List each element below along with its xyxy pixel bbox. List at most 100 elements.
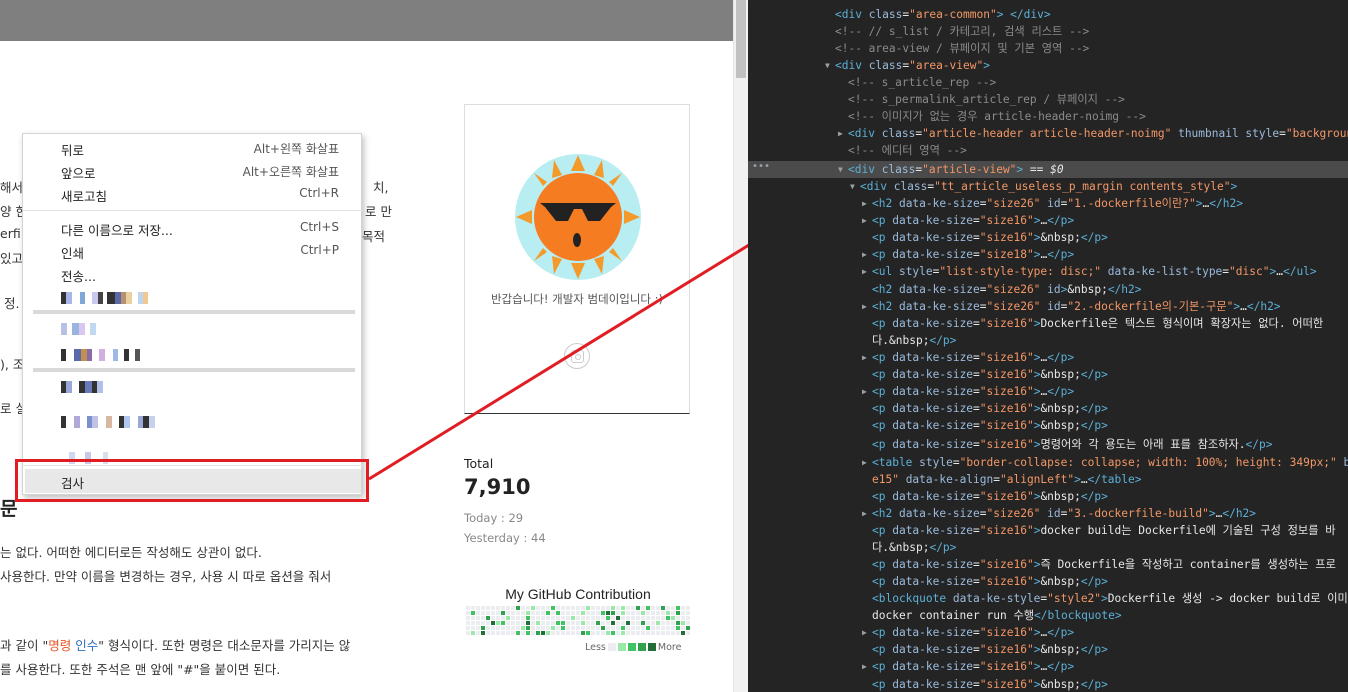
menu-item-send[interactable]: 전송... [23, 263, 363, 286]
dom-node-line[interactable]: ▶ <ul style="list-style-type: disc;" data… [748, 263, 1348, 280]
dom-node-line[interactable]: <p data-ke-size="size16">&nbsp;</p> [748, 488, 1348, 505]
dom-node-line[interactable]: e15" data-ke-align="alignLeft">…</table> [748, 471, 1348, 488]
selected-dom-node[interactable]: ▼ <div class="article-view"> == $0 [748, 161, 1348, 178]
dom-node-line[interactable]: <h2 data-ke-size="size26" id>&nbsp;</h2> [748, 281, 1348, 298]
contribution-cell [586, 611, 590, 615]
dom-node-line[interactable]: <!-- // s_list / 카테고리, 검색 리스트 --> [748, 23, 1348, 40]
dom-node-code: 다.&nbsp;</p> [872, 332, 956, 349]
dom-node-line[interactable]: <p data-ke-size="size16">&nbsp;</p> [748, 417, 1348, 434]
menu-item-reload[interactable]: 새로고침 Ctrl+R [23, 183, 363, 206]
dom-node-line[interactable]: <p data-ke-size="size16">&nbsp;</p> [748, 366, 1348, 383]
contribution-cell [561, 606, 565, 610]
instagram-icon[interactable] [564, 343, 590, 369]
dom-node-line[interactable]: ▶ <table style="border-collapse: collapse… [748, 454, 1348, 471]
dom-node-line[interactable]: <p data-ke-size="size16">docker build는 D… [748, 522, 1348, 539]
code-token: &nbsp; [1040, 402, 1081, 415]
dom-node-line[interactable]: <p data-ke-size="size16">&nbsp;</p> [748, 573, 1348, 590]
menu-item-extension-blurred[interactable] [61, 381, 103, 393]
contribution-cell [651, 611, 655, 615]
expand-down-icon[interactable]: ▼ [850, 178, 855, 195]
contribution-cell [611, 631, 615, 635]
dom-node-line[interactable]: ▼ <div class="tt_article_useless_p_margin… [748, 178, 1348, 195]
expand-right-icon[interactable]: ▶ [862, 383, 867, 400]
code-token: <p [872, 524, 893, 537]
expand-right-icon[interactable]: ▶ [862, 246, 867, 263]
contribution-cell [671, 616, 675, 620]
dom-node-line[interactable]: ▶ <p data-ke-size="size16">…</p> [748, 624, 1348, 641]
body-line-comment: 를 사용한다. 또한 주석은 맨 앞에 "#"을 붙이면 된다. [0, 662, 281, 677]
menu-item-print[interactable]: 인쇄 Ctrl+P [23, 240, 363, 263]
dom-node-line[interactable]: ▶ <p data-ke-size="size16">…</p> [748, 349, 1348, 366]
dom-node-line[interactable]: <p data-ke-size="size16">&nbsp;</p> [748, 676, 1348, 692]
expand-right-icon[interactable]: ▶ [862, 298, 867, 315]
contribution-cell [686, 616, 690, 620]
dom-node-code: <!-- // s_list / 카테고리, 검색 리스트 --> [835, 23, 1089, 40]
expand-right-icon[interactable]: ▶ [862, 195, 867, 212]
dom-node-line[interactable]: 다.&nbsp;</p> [748, 332, 1348, 349]
scrollbar-thumb[interactable] [736, 0, 746, 78]
dom-node-line[interactable]: <!-- area-view / 뷰페이지 및 기본 영역 --> [748, 40, 1348, 57]
contribution-cell [551, 611, 555, 615]
dom-node-line[interactable]: <!-- s_article_rep --> [748, 74, 1348, 91]
dom-node-line[interactable]: <p data-ke-size="size16">&nbsp;</p> [748, 229, 1348, 246]
expand-down-icon[interactable]: ▼ [838, 161, 843, 178]
dom-node-line[interactable]: ▶ <h2 data-ke-size="size26" id="1.-docker… [748, 195, 1348, 212]
contribution-cell [506, 621, 510, 625]
contribution-cell [496, 631, 500, 635]
dom-node-line[interactable]: ▶ <h2 data-ke-size="size26" id="2.-docker… [748, 298, 1348, 315]
dom-node-line[interactable]: ▶ <p data-ke-size="size16">…</p> [748, 658, 1348, 675]
github-legend: Less More [585, 640, 681, 654]
contribution-cell [651, 616, 655, 620]
dom-node-line[interactable]: <p data-ke-size="size16">즉 Dockerfile을 작… [748, 556, 1348, 573]
dom-node-line[interactable]: docker container run 수행</blockquote> [748, 607, 1348, 624]
menu-item-save-as[interactable]: 다른 이름으로 저장... Ctrl+S [23, 217, 363, 240]
dom-node-line[interactable]: ▶ <h2 data-ke-size="size26" id="3.-docker… [748, 505, 1348, 522]
menu-item-extension-blurred[interactable] [61, 292, 148, 304]
expand-right-icon[interactable]: ▶ [862, 658, 867, 675]
contribution-cell [541, 631, 545, 635]
code-token: "size18" [979, 248, 1034, 261]
dom-node-line[interactable]: <p data-ke-size="size16">명령어와 각 용도는 아래 표… [748, 436, 1348, 453]
expand-right-icon[interactable]: ▶ [862, 263, 867, 280]
dom-node-line[interactable]: <p data-ke-size="size16">Dockerfile은 텍스트… [748, 315, 1348, 332]
dom-node-line[interactable]: 다.&nbsp;</p> [748, 539, 1348, 556]
dom-node-line[interactable]: ▶ <div class = "article-header article-head… [748, 125, 1348, 142]
menu-item-extension-blurred[interactable] [61, 323, 96, 335]
contribution-cell [586, 631, 590, 635]
expand-right-icon[interactable]: ▶ [862, 624, 867, 641]
menu-item-extension-blurred[interactable] [61, 416, 155, 428]
expand-right-icon[interactable]: ▶ [862, 505, 867, 522]
contribution-cell [486, 606, 490, 610]
expand-right-icon[interactable]: ▶ [862, 349, 867, 366]
expand-down-icon[interactable]: ▼ [825, 57, 830, 74]
dom-node-line[interactable]: ▶ <p data-ke-size="size18">…</p> [748, 246, 1348, 263]
dom-node-line[interactable]: <!-- 이미지가 없는 경우 article-header-noimg --> [748, 108, 1348, 125]
article-fragment: 목적 [362, 229, 386, 244]
more-actions-icon[interactable]: ••• [752, 161, 770, 172]
code-token: "size16" [979, 231, 1034, 244]
dom-node-line[interactable]: ▶ <p data-ke-size="size16">…</p> [748, 383, 1348, 400]
code-token: data-ke-size [892, 351, 974, 364]
dom-node-line[interactable]: ▶ <p data-ke-size="size16">…</p> [748, 212, 1348, 229]
page-scrollbar[interactable] [733, 0, 748, 692]
expand-right-icon[interactable]: ▶ [862, 454, 867, 471]
menu-item-extension-blurred[interactable] [61, 349, 140, 361]
code-token: > </div> [996, 8, 1051, 21]
dom-node-line[interactable]: <!-- 에디터 영역 --> [748, 142, 1348, 159]
dom-node-line[interactable]: <p data-ke-size="size16">&nbsp;</p> [748, 400, 1348, 417]
contribution-cell [466, 621, 470, 625]
dom-node-line[interactable]: ▼ <div class="area-view"> [748, 57, 1348, 74]
dom-node-line[interactable]: <div class="area-common"> </div> [748, 6, 1348, 23]
expand-right-icon[interactable]: ▶ [838, 125, 843, 142]
dom-node-line[interactable]: <blockquote data-ke-style="style2">Docke… [748, 590, 1348, 607]
menu-item-back[interactable]: 뒤로 Alt+왼쪽 화살표 [23, 137, 363, 160]
legend-level-4 [647, 643, 656, 651]
dom-node-line[interactable]: <p data-ke-size="size16">&nbsp;</p> [748, 641, 1348, 658]
expand-right-icon[interactable]: ▶ [862, 212, 867, 229]
contribution-cell [541, 616, 545, 620]
dom-node-line[interactable]: <!-- s_permalink_article_rep / 뷰페이지 --> [748, 91, 1348, 108]
code-token: </p> [929, 541, 957, 554]
code-token: "1.-dockerfile이란?" [1067, 197, 1196, 210]
code-token: "size16" [979, 490, 1034, 503]
menu-item-forward[interactable]: 앞으로 Alt+오른쪽 화살표 [23, 160, 363, 183]
